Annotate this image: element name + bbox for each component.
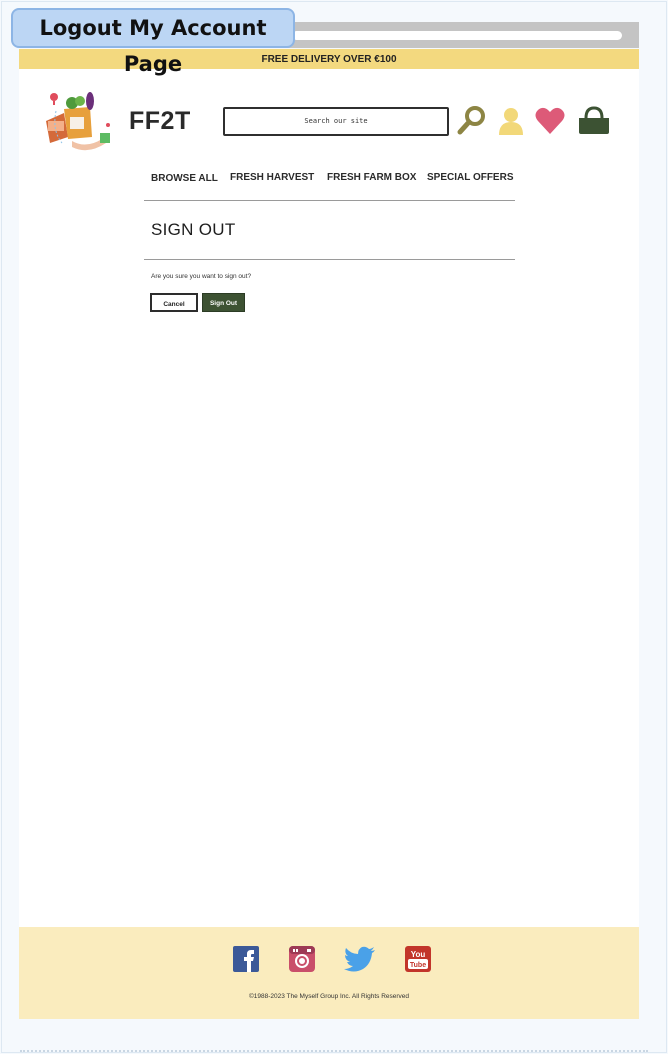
footer: You Tube ©1988-2023 The Myself Group Inc… bbox=[19, 927, 639, 1019]
svg-text:Tube: Tube bbox=[410, 962, 426, 969]
nav-browse-all[interactable]: BROWSE ALL bbox=[151, 173, 218, 184]
divider bbox=[144, 259, 515, 260]
delivery-banner: FREE DELIVERY OVER €100 bbox=[19, 49, 639, 69]
nav-fresh-farm-box[interactable]: FRESH FARM BOX bbox=[327, 172, 416, 183]
copyright-text: ©1988-2023 The Myself Group Inc. All Rig… bbox=[248, 993, 410, 1000]
signout-question: Are you sure you want to sign out? bbox=[151, 273, 252, 280]
cancel-button[interactable]: Cancel bbox=[150, 293, 198, 312]
youtube-icon[interactable]: You Tube bbox=[405, 946, 431, 972]
search-icon[interactable] bbox=[457, 105, 487, 135]
account-icon[interactable] bbox=[498, 107, 524, 135]
facebook-icon[interactable] bbox=[233, 946, 259, 972]
nav-fresh-harvest[interactable]: FRESH HARVEST bbox=[230, 172, 314, 183]
nav-special-offers[interactable]: SPECIAL OFFERS bbox=[427, 172, 514, 183]
main-nav: BROWSE ALL FRESH HARVEST FRESH FARM BOX … bbox=[144, 162, 515, 201]
page-content: FF2T Search our site BROWSE ALL FRESH HA… bbox=[19, 69, 639, 927]
page-title: SIGN OUT bbox=[151, 220, 236, 239]
brand-name[interactable]: FF2T bbox=[129, 107, 191, 136]
instagram-icon[interactable] bbox=[289, 946, 315, 972]
logo-icon bbox=[46, 92, 110, 151]
search-input[interactable]: Search our site bbox=[223, 107, 449, 136]
horizontal-scrollbar[interactable] bbox=[278, 22, 639, 48]
scrollbar-thumb[interactable] bbox=[292, 31, 622, 40]
window-title: Logout My Account Page bbox=[11, 8, 295, 76]
twitter-icon[interactable] bbox=[344, 946, 376, 972]
basket-icon[interactable] bbox=[577, 106, 611, 135]
svg-text:You: You bbox=[411, 950, 426, 959]
window-bottom-edge bbox=[20, 1048, 648, 1052]
sign-out-button[interactable]: Sign Out bbox=[202, 293, 245, 312]
heart-icon[interactable] bbox=[535, 107, 565, 135]
